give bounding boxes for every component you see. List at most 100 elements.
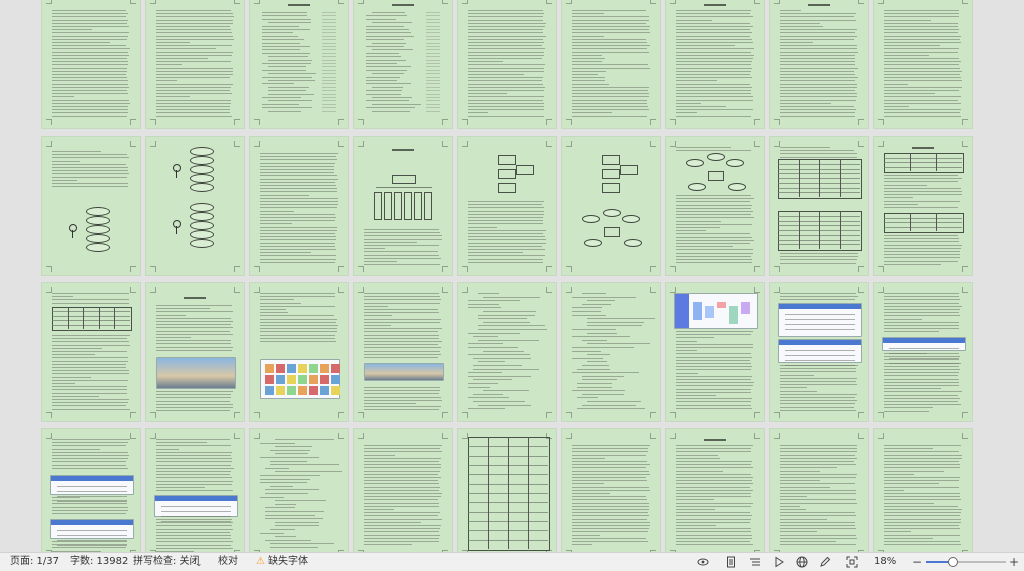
text-line [468, 102, 545, 104]
text-line [780, 106, 855, 107]
text-line [364, 341, 442, 342]
text-line [52, 383, 75, 384]
page-thumbnail[interactable] [562, 429, 660, 552]
page-thumbnail[interactable] [874, 137, 972, 275]
document-icon[interactable] [725, 556, 737, 568]
code-line [587, 300, 615, 302]
zoom-slider[interactable] [926, 557, 1006, 567]
page-thumbnail[interactable] [354, 0, 452, 128]
page-thumbnail[interactable] [458, 0, 556, 128]
spell-check-status[interactable]: 拼写检查: 关闭 [133, 553, 200, 571]
page-thumbnail[interactable] [562, 283, 660, 421]
text-line [676, 29, 751, 31]
page-thumbnail[interactable] [146, 0, 244, 128]
text-line [676, 505, 751, 507]
eye-icon[interactable] [697, 556, 709, 568]
page-thumbnail[interactable] [666, 0, 764, 128]
text-line [156, 93, 232, 95]
text-line [884, 80, 962, 82]
zoom-in-icon[interactable]: + [1008, 555, 1020, 569]
code-line [572, 350, 601, 352]
crop-mark [150, 287, 156, 293]
text-line [156, 112, 231, 114]
text-line [780, 451, 858, 453]
zoom-level[interactable]: 18% [874, 553, 896, 571]
page-thumbnail[interactable] [458, 137, 556, 275]
text-line [260, 255, 336, 257]
page-thumbnail[interactable] [770, 137, 868, 275]
text-line [156, 38, 234, 40]
text-line [884, 512, 961, 514]
crop-mark [150, 119, 156, 125]
page-thumbnail[interactable] [458, 429, 556, 552]
page-thumbnail[interactable] [42, 0, 140, 128]
text-line [676, 54, 754, 56]
page-thumbnail[interactable] [562, 0, 660, 128]
word-count[interactable]: 字数: 13982 [70, 553, 128, 571]
page-thumbnail[interactable] [354, 137, 452, 275]
crop-mark [254, 119, 260, 125]
page-thumbnail[interactable] [146, 137, 244, 275]
code-line [265, 518, 324, 520]
text-line [884, 464, 960, 466]
chevron-down-icon[interactable]: ⌄ [193, 557, 205, 569]
page-indicator[interactable]: 页面: 1/37 [10, 553, 59, 571]
text-line [884, 315, 960, 317]
text-line [884, 378, 960, 380]
toc-dots [426, 100, 440, 102]
page-thumbnail[interactable] [250, 429, 348, 552]
table-rule [910, 213, 911, 231]
page-thumbnail[interactable] [770, 0, 868, 128]
chart-bar [717, 302, 726, 308]
text-line [676, 509, 715, 510]
product-thumb [309, 386, 318, 395]
text-line [572, 477, 647, 478]
missing-font-button[interactable]: ⚠ 缺失字体 [256, 553, 308, 571]
page-thumbnail[interactable] [770, 283, 868, 421]
crop-mark [878, 141, 884, 147]
page-thumbnail[interactable] [666, 137, 764, 275]
page-thumbnail[interactable] [42, 283, 140, 421]
text-line [364, 464, 442, 466]
page-thumbnail[interactable] [666, 283, 764, 421]
text-line [676, 366, 753, 368]
text-line [52, 10, 127, 11]
page-thumbnail[interactable] [146, 283, 244, 421]
text-line [52, 154, 127, 156]
play-icon[interactable] [773, 556, 785, 568]
text-line [260, 258, 336, 260]
page-thumbnail[interactable] [146, 429, 244, 552]
pen-icon[interactable] [819, 556, 831, 568]
globe-icon[interactable] [796, 556, 808, 568]
page-thumbnail[interactable] [874, 0, 972, 128]
page-thumbnail[interactable] [250, 0, 348, 128]
text-line [780, 541, 837, 542]
page-thumbnail[interactable] [250, 283, 348, 421]
page-thumbnail[interactable] [666, 429, 764, 552]
document-workspace[interactable] [0, 0, 1024, 552]
toc-entry [268, 80, 315, 81]
proofread-button[interactable]: 校对 [218, 553, 238, 571]
page-thumbnail[interactable] [354, 283, 452, 421]
page-thumbnail[interactable] [354, 429, 452, 552]
page-thumbnail[interactable] [42, 137, 140, 275]
page-thumbnail[interactable] [42, 429, 140, 552]
crop-mark [46, 0, 52, 4]
page-thumbnail[interactable] [770, 429, 868, 552]
text-line [260, 162, 335, 164]
page-thumbnail[interactable] [874, 283, 972, 421]
page-thumbnail[interactable] [458, 283, 556, 421]
toc-entry [262, 52, 310, 54]
text-line [676, 363, 752, 364]
zoom-out-icon[interactable]: − [911, 555, 923, 569]
text-line [572, 454, 647, 456]
page-thumbnail[interactable] [562, 137, 660, 275]
fit-page-icon[interactable] [846, 556, 858, 568]
zoom-slider-thumb[interactable] [947, 557, 958, 567]
list-icon[interactable] [749, 556, 761, 568]
toc-entry [262, 29, 310, 30]
page-thumbnail[interactable] [250, 137, 348, 275]
page-thumbnail[interactable] [874, 429, 972, 552]
text-line [780, 70, 854, 72]
use-case-ellipse [190, 212, 214, 221]
